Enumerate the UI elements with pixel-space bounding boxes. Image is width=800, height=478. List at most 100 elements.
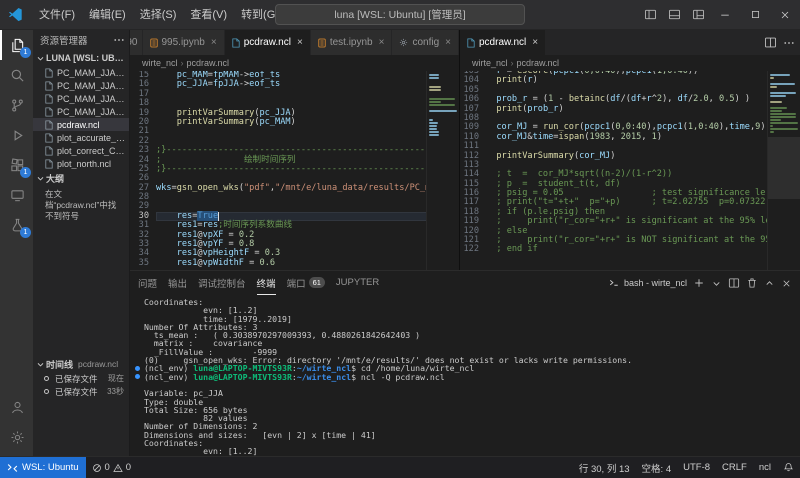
file-row[interactable]: plot_north.ncl — [33, 157, 129, 170]
notebook-icon — [318, 38, 326, 48]
outline-section-header[interactable]: 大纲 — [33, 170, 129, 186]
close-panel-icon[interactable] — [781, 278, 792, 289]
run-debug-activity-item[interactable] — [0, 120, 33, 150]
panel-tab[interactable]: 问题 — [138, 271, 157, 295]
status-item[interactable]: CRLF — [716, 461, 753, 475]
minimize-button[interactable] — [710, 0, 740, 30]
status-right: 行 30, 列 13空格: 4UTF-8CRLFncl — [573, 461, 800, 475]
split-editor-icon[interactable] — [764, 36, 777, 49]
file-row[interactable]: PC_MAM_JJA_scatter... — [33, 66, 129, 79]
terminal-output[interactable]: Coordinates: evn: [1..2] time: [1979..20… — [130, 295, 800, 456]
code-line: printVarSummary(cor_MJ) — [486, 152, 800, 161]
command-center[interactable]: luna [WSL: Ubuntu] [管理员] — [275, 4, 525, 25]
minimap-left[interactable] — [426, 71, 459, 270]
more-actions-icon[interactable] — [113, 34, 125, 46]
minimap-right[interactable] — [767, 71, 800, 270]
command-decoration-icon[interactable] — [135, 374, 140, 379]
timeline-item[interactable]: 已保存文件现在 — [33, 372, 129, 385]
status-item[interactable]: 空格: 4 — [636, 461, 678, 475]
panel-tab[interactable]: 输出 — [168, 271, 187, 295]
code-line: pc_JJA=fpJJA->eof_ts — [156, 80, 459, 89]
timeline-item[interactable]: 已保存文件33秒 — [33, 385, 129, 398]
editor-tab[interactable]: 995.ipynb× — [143, 30, 225, 55]
file-icon — [467, 38, 475, 48]
menu-item[interactable]: 编辑(E) — [82, 0, 133, 30]
code-line: ;}--------------------------------------… — [156, 165, 459, 174]
breadcrumb-item[interactable]: wirte_ncl — [142, 58, 178, 68]
file-row[interactable]: PC_MAM_JJA_scatter... — [33, 92, 129, 105]
maximize-panel-icon[interactable] — [764, 278, 775, 289]
breadcrumb-item[interactable]: pcdraw.ncl — [517, 58, 560, 68]
problems-status[interactable]: 0 0 — [86, 462, 138, 473]
status-item[interactable]: 行 30, 列 13 — [573, 461, 636, 475]
editor-tab[interactable]: 90 — [130, 30, 143, 55]
timeline-dot-icon — [44, 376, 49, 381]
title-bar: 文件(F)编辑(E)选择(S)查看(V)转到(G)… luna [WSL: Ub… — [0, 0, 800, 30]
remote-explorer-activity-item[interactable] — [0, 180, 33, 210]
panel-tab[interactable]: 调试控制台 — [198, 271, 246, 295]
kill-terminal-icon[interactable] — [746, 277, 758, 289]
search-activity-item[interactable] — [0, 60, 33, 90]
panel-tab[interactable]: 端口61 — [287, 271, 325, 295]
test-activity-item[interactable]: 1 — [0, 210, 33, 240]
line-numbers-left: 1516171819202122232425262728293031323334… — [130, 71, 156, 268]
toggle-panel-icon[interactable] — [662, 0, 686, 30]
breadcrumb-separator-icon: › — [511, 58, 514, 68]
explorer-activity-item[interactable]: 1 — [0, 30, 33, 60]
split-terminal-icon[interactable] — [728, 277, 740, 289]
maximize-button[interactable] — [740, 0, 770, 30]
breadcrumb-item[interactable]: wirte_ncl — [472, 58, 508, 68]
file-row[interactable]: pcdraw.ncl — [33, 118, 129, 131]
editor-tab[interactable]: test.ipynb× — [311, 30, 393, 55]
source-control-activity-item[interactable] — [0, 90, 33, 120]
close-icon[interactable]: × — [297, 38, 303, 48]
toggle-sidebar-icon[interactable] — [638, 0, 662, 30]
code-editor-left[interactable]: 1516171819202122232425262728293031323334… — [130, 71, 459, 270]
tab-bar-right: pcdraw.ncl× — [460, 30, 800, 55]
file-row[interactable]: PC_MAM_JJA_scatter... — [33, 79, 129, 92]
more-actions-icon[interactable] — [783, 37, 795, 49]
close-icon[interactable]: × — [379, 38, 385, 48]
vscode-window: 文件(F)编辑(E)选择(S)查看(V)转到(G)… luna [WSL: Ub… — [0, 0, 800, 478]
menu-item[interactable]: 文件(F) — [32, 0, 82, 30]
breadcrumb-item[interactable]: pcdraw.ncl — [187, 58, 230, 68]
minimap-slider[interactable] — [768, 137, 800, 199]
timeline-section-header[interactable]: 时间线 pcdraw.ncl — [33, 356, 129, 372]
account-activity-item[interactable] — [0, 392, 33, 422]
remote-label: WSL: Ubuntu — [22, 462, 79, 473]
code-line: printVarSummary(pc_MAM) — [156, 118, 459, 127]
command-decoration-icon[interactable] — [135, 366, 140, 371]
file-row[interactable]: PC_MAM_JJA_scatter... — [33, 105, 129, 118]
terminal-instance[interactable]: bash - wirte_ncl — [608, 277, 687, 289]
status-item[interactable]: UTF-8 — [677, 461, 716, 475]
extensions-activity-item[interactable]: 1 — [0, 150, 33, 180]
menu-item[interactable]: 查看(V) — [183, 0, 234, 30]
editor-tab[interactable]: pcdraw.ncl× — [225, 30, 311, 55]
notifications-bell[interactable] — [777, 462, 800, 473]
panel-tab[interactable]: JUPYTER — [336, 271, 379, 295]
file-icon — [45, 107, 54, 117]
close-icon[interactable]: × — [532, 38, 538, 48]
panel-tab[interactable]: 终端 — [257, 271, 276, 295]
close-icon[interactable]: × — [445, 38, 451, 48]
file-row[interactable]: plot_accurate_Beijing... — [33, 131, 129, 144]
new-terminal-icon[interactable] — [693, 277, 705, 289]
settings-activity-item[interactable] — [0, 422, 33, 452]
close-icon[interactable]: × — [211, 38, 217, 48]
menu-item[interactable]: 选择(S) — [133, 0, 184, 30]
editor-tab[interactable]: config× — [392, 30, 459, 55]
settings-icon — [10, 430, 25, 445]
code-line — [156, 193, 459, 202]
activity-badge: 1 — [20, 227, 31, 238]
file-row[interactable]: plot_correct_Chinama... — [33, 144, 129, 157]
folder-section-header[interactable]: LUNA [WSL: UBUNTU] — [33, 50, 129, 66]
tab-label: 90 — [130, 37, 138, 48]
editor-tab[interactable]: pcdraw.ncl× — [460, 30, 546, 55]
remote-indicator[interactable]: WSL: Ubuntu — [0, 457, 86, 478]
terminal-line: Variable: pc_JJA — [144, 389, 800, 397]
customize-layout-icon[interactable] — [686, 0, 710, 30]
status-item[interactable]: ncl — [753, 461, 777, 475]
close-button[interactable] — [770, 0, 800, 30]
terminal-dropdown-icon[interactable] — [711, 278, 722, 289]
code-editor-right[interactable]: 1031041051061071081091101111121131141151… — [460, 71, 800, 270]
